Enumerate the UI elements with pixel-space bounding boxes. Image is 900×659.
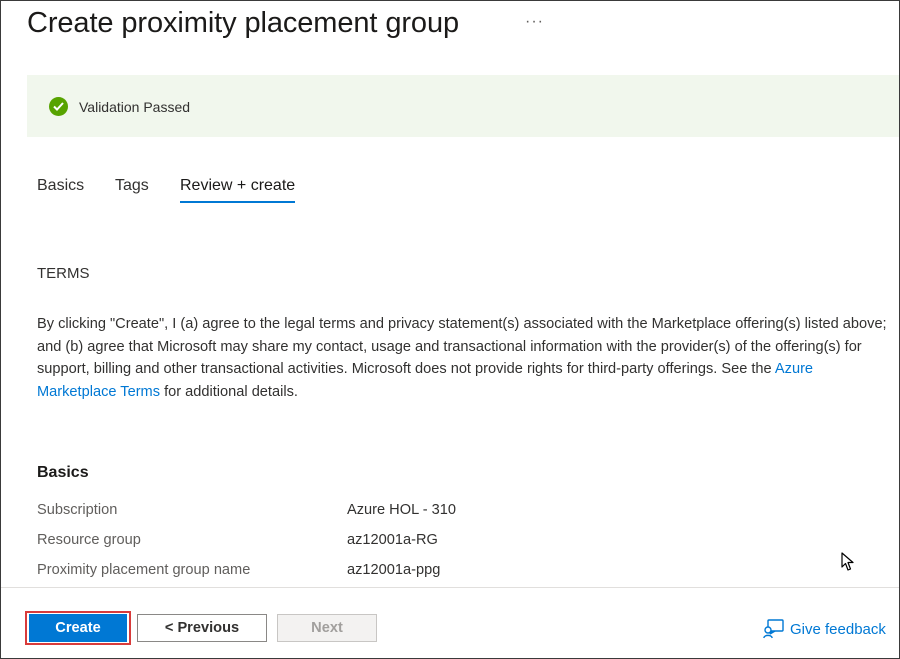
validation-status-text: Validation Passed [79,99,191,115]
terms-text-part1: By clicking "Create", I (a) agree to the… [37,316,887,378]
mouse-pointer-icon [841,552,855,577]
tab-basics[interactable]: Basics [37,177,84,203]
validation-banner: Validation Passed [27,75,899,137]
summary-row-ppg-name: Proximity placement group name az12001a-… [37,562,737,584]
summary-value: az12001a-ppg [347,562,441,578]
summary-row-resource-group: Resource group az12001a-RG [37,532,737,554]
terms-text-part2: for additional details. [160,383,298,400]
summary-value: az12001a-RG [347,532,438,548]
feedback-icon [763,619,784,639]
previous-button[interactable]: < Previous [137,614,267,642]
give-feedback-link[interactable]: Give feedback [763,619,886,639]
tab-review-create[interactable]: Review + create [180,177,296,203]
give-feedback-label: Give feedback [790,620,886,638]
terms-text: By clicking "Create", I (a) agree to the… [37,313,893,403]
summary-key: Resource group [37,532,141,548]
summary-value: Azure HOL - 310 [347,502,456,518]
action-footer: Create < Previous Next Give feedback [1,587,899,658]
create-ppg-blade: Create proximity placement group ··· Val… [0,0,900,659]
page-title: Create proximity placement group [27,7,459,39]
tab-tags[interactable]: Tags [115,177,149,203]
success-check-icon [49,97,68,116]
more-options-icon[interactable]: ··· [525,13,544,31]
create-button[interactable]: Create [29,614,127,642]
summary-key: Subscription [37,502,118,518]
summary-key: Proximity placement group name [37,562,251,578]
basics-section-heading: Basics [37,464,89,481]
summary-row-subscription: Subscription Azure HOL - 310 [37,502,737,524]
next-button[interactable]: Next [277,614,377,642]
terms-heading: TERMS [37,265,90,282]
